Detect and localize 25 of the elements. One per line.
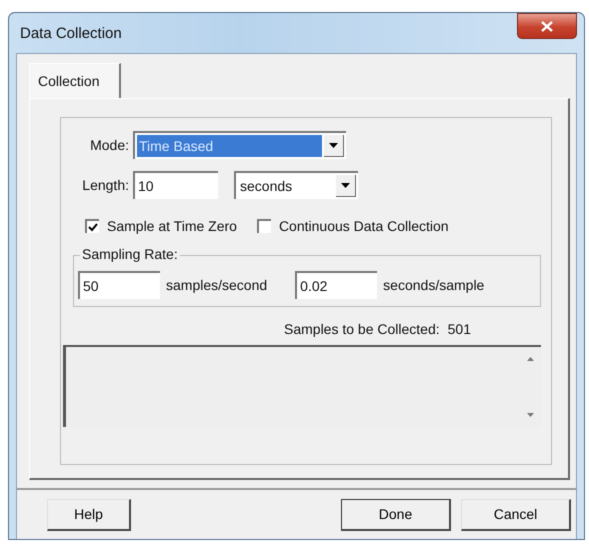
samples-label: Samples to be Collected: <box>284 321 440 339</box>
scroll-down-icon[interactable] <box>526 413 534 417</box>
rate-field[interactable]: 50 <box>78 271 160 299</box>
dropdown-arrow-icon <box>341 183 350 188</box>
dialog-button[interactable]: Done <box>341 498 451 530</box>
window-title: Data Collection <box>20 24 122 42</box>
close-icon <box>541 20 553 32</box>
length-label: Length: <box>81 177 129 193</box>
option-checkbox[interactable]: Sample at Time Zero <box>85 218 237 234</box>
check-icon <box>88 222 98 232</box>
option-checkbox[interactable]: Continuous Data Collection <box>256 218 449 234</box>
unit-dropdown[interactable]: seconds <box>234 171 358 199</box>
length-field[interactable]: 10 <box>133 171 218 199</box>
dialog-button[interactable]: Help <box>47 498 131 530</box>
group-title: Sampling Rate: <box>80 246 180 262</box>
collection-tab[interactable]: Collection <box>29 63 121 98</box>
unit-label: samples/second <box>166 277 268 293</box>
dropdown-arrow-icon <box>329 143 338 148</box>
unit-label: seconds/sample <box>383 277 484 293</box>
samples-count: 501 <box>448 321 471 339</box>
dialog-button[interactable]: Cancel <box>461 498 571 530</box>
close-button[interactable] <box>517 13 577 39</box>
mode-label: Mode: <box>89 137 129 153</box>
scroll-up-icon[interactable] <box>526 357 534 361</box>
rate-field[interactable]: 0.02 <box>295 271 378 299</box>
